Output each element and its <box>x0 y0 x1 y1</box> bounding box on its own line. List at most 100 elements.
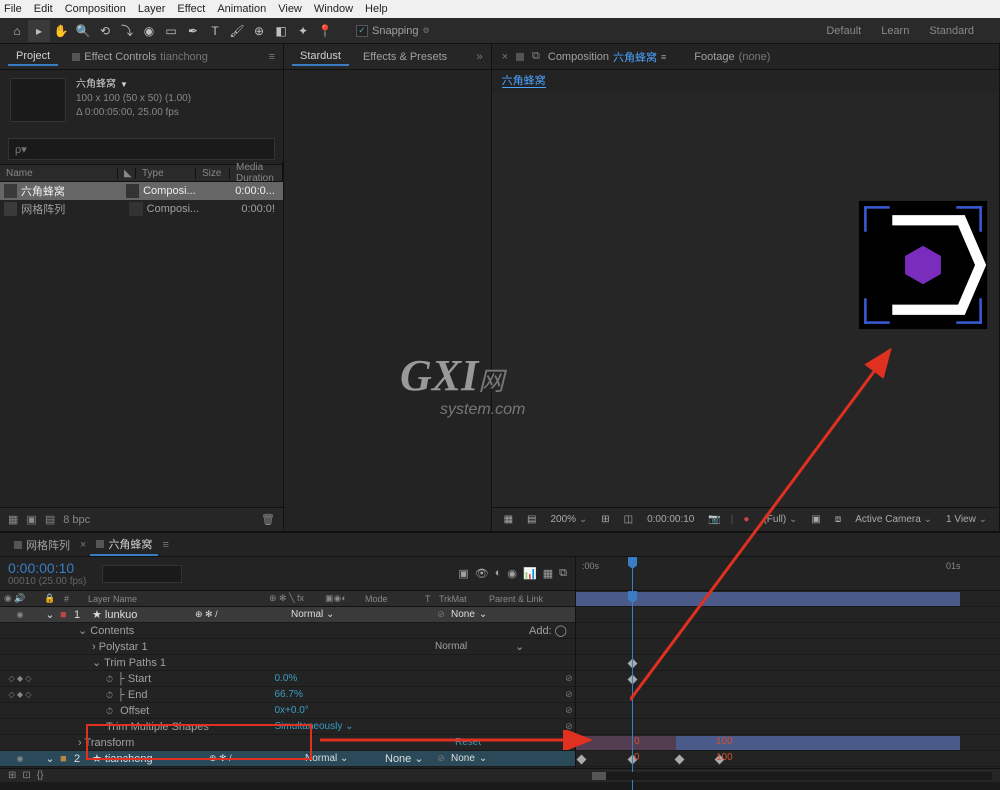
layer-property-row[interactable]: ⌄ Contents Add: ◯ <box>0 623 575 639</box>
workspace-standard[interactable]: Standard <box>929 25 974 37</box>
selection-tool-icon[interactable]: ▸ <box>28 20 50 42</box>
anchor-tool-icon[interactable]: ◉ <box>138 20 160 42</box>
checkbox-icon[interactable]: ✓ <box>356 25 368 37</box>
tab-effect-controls[interactable]: Effect Controls tianchong <box>64 49 216 65</box>
layer-row[interactable]: ◉⌄ ■ 2 ★ tianchong ⊕ ✻ / Normal ⌄ None ⌄… <box>0 751 575 767</box>
timecode-display[interactable]: 0:00:00:10 00010 (25.00 fps) <box>0 558 94 589</box>
menu-file[interactable]: File <box>4 3 22 15</box>
tab-composition[interactable]: Composition 六角蜂窝 ≡ <box>548 49 666 65</box>
menu-composition[interactable]: Composition <box>65 3 126 15</box>
tab-stardust[interactable]: Stardust <box>292 48 349 66</box>
pen-tool-icon[interactable]: ✒ <box>182 20 204 42</box>
channel-icon[interactable]: ● <box>739 514 753 525</box>
resolution-dropdown[interactable]: (Full) <box>759 514 801 525</box>
trash-icon[interactable]: 🗑 <box>261 513 275 526</box>
interpret-icon[interactable]: ▦ <box>8 513 18 526</box>
keyframe-icon[interactable] <box>577 755 587 765</box>
freeze-icon[interactable]: × <box>502 51 508 63</box>
menu-edit[interactable]: Edit <box>34 3 53 15</box>
shy-icon[interactable]: 👁 <box>475 567 489 580</box>
project-item-row[interactable]: 六角蜂窝 Composi... 0:00:0... <box>0 182 283 200</box>
stopwatch-icon[interactable]: ⏱ <box>106 674 113 684</box>
3d-view-icon[interactable]: ⧈ <box>831 514 845 525</box>
panel-menu-icon[interactable]: ≡ <box>661 52 666 62</box>
roi-icon[interactable]: ◫ <box>620 514 637 525</box>
toggle-modes-icon[interactable]: ⊡ <box>22 770 30 781</box>
menu-view[interactable]: View <box>278 3 302 15</box>
new-comp-icon[interactable]: ▤ <box>45 513 55 526</box>
stamp-tool-icon[interactable]: ⊕ <box>248 20 270 42</box>
layer-property-row[interactable]: Trim Multiple Shapes Simultaneously ⌄ ⊘ <box>0 719 575 735</box>
col-size[interactable]: Size <box>196 168 230 179</box>
menu-layer[interactable]: Layer <box>138 3 166 15</box>
eraser-tool-icon[interactable]: ◧ <box>270 20 292 42</box>
lock-icon[interactable]: 🔒 <box>40 593 60 604</box>
resolution-icon[interactable]: ⊞ <box>597 514 613 525</box>
col-tag-icon[interactable]: ◣ <box>118 168 136 179</box>
folder-icon[interactable]: ▣ <box>26 513 36 526</box>
col-type[interactable]: Type <box>136 168 196 179</box>
eye-icon[interactable]: ◉ <box>4 593 12 603</box>
chevron-down-icon[interactable]: ▼ <box>120 78 128 92</box>
menu-animation[interactable]: Animation <box>217 3 266 15</box>
close-tab-icon[interactable]: × <box>80 539 86 551</box>
views-dropdown[interactable]: 1 View <box>942 514 991 525</box>
frame-blend-icon[interactable]: ◐ <box>495 567 502 580</box>
render-icon[interactable]: ⧉ <box>559 567 567 580</box>
motion-blur-icon[interactable]: ◉ <box>507 567 517 580</box>
snapshot-icon[interactable]: 📷 <box>704 514 724 525</box>
brush-tool-icon[interactable]: 🖌 <box>226 20 248 42</box>
layer-property-row[interactable]: ◇ ◆ ◇ ⏱├ Scale ⧉ 28.6,28.6% ⊘ <box>0 767 575 768</box>
layer-row[interactable]: ◉⌄ ■ 1 ★ lunkuo ⊕ ✻ / Normal ⌄ ⊘None ⌄ <box>0 607 575 623</box>
toggle-brackets-icon[interactable]: {} <box>37 770 44 781</box>
timeline-search-input[interactable] <box>102 565 182 583</box>
snap-options-icon[interactable]: ⚙ <box>423 26 430 35</box>
timeline-tab[interactable]: 网格阵列 <box>8 535 76 555</box>
keyframe-icon[interactable] <box>675 755 685 765</box>
panel-menu-icon[interactable]: » <box>476 51 482 63</box>
zoom-tool-icon[interactable]: 🔍 <box>72 20 94 42</box>
menu-window[interactable]: Window <box>314 3 353 15</box>
alpha-icon[interactable]: ▦ <box>500 514 517 525</box>
panel-menu-icon[interactable]: ≡ <box>162 539 168 551</box>
graph-icon[interactable]: 📊 <box>523 567 537 580</box>
rect-tool-icon[interactable]: ▭ <box>160 20 182 42</box>
layer-property-row[interactable]: ⏱ Offset 0x+0.0° ⊘ <box>0 703 575 719</box>
comp-crumb-link[interactable]: 六角蜂窝 <box>502 75 546 88</box>
timeline-tracks[interactable]: 0100 0100 <box>576 591 1000 768</box>
view-layout-icon[interactable]: ▣ <box>807 514 824 525</box>
project-item-row[interactable]: 网格阵列 Composi... 0:00:0! <box>0 200 283 218</box>
toggle-switches-icon[interactable]: ⊞ <box>8 770 16 781</box>
layer-property-row[interactable]: › Polystar 1 Normal⌄ <box>0 639 575 655</box>
col-name[interactable]: Name <box>0 168 118 179</box>
time-display[interactable]: 0:00:00:10 <box>643 514 698 525</box>
panel-menu-icon[interactable]: ≡ <box>269 51 275 63</box>
tab-effects-presets[interactable]: Effects & Presets <box>355 49 455 65</box>
grid-icon[interactable]: ▤ <box>523 514 540 525</box>
draft3d-icon[interactable]: ▦ <box>543 567 553 580</box>
workspace-learn[interactable]: Learn <box>881 25 909 37</box>
audio-icon[interactable]: 🔊 <box>14 593 25 603</box>
comp-mini-icon[interactable]: ▣ <box>458 567 468 580</box>
menu-effect[interactable]: Effect <box>177 3 205 15</box>
workspace-default[interactable]: Default <box>826 25 861 37</box>
puppet-tool-icon[interactable]: 📍 <box>314 20 336 42</box>
zoom-slider[interactable] <box>592 772 992 780</box>
tab-project[interactable]: Project <box>8 48 58 66</box>
col-duration[interactable]: Media Duration <box>230 162 283 184</box>
tab-footage[interactable]: Footage (none) <box>694 51 770 63</box>
home-icon[interactable]: ⌂ <box>6 20 28 42</box>
zoom-dropdown[interactable]: 200% <box>546 514 591 525</box>
orbit-tool-icon[interactable]: ⟲ <box>94 20 116 42</box>
stopwatch-icon[interactable]: ⏱ <box>106 690 113 700</box>
hand-tool-icon[interactable]: ✋ <box>50 20 72 42</box>
stopwatch-icon[interactable]: ⏱ <box>106 706 113 716</box>
roto-tool-icon[interactable]: ✦ <box>292 20 314 42</box>
time-ruler[interactable]: :00s 01s 02s <box>576 557 1000 591</box>
project-search-input[interactable]: ρ▾ <box>8 138 275 160</box>
timeline-tab[interactable]: 六角蜂窝 <box>90 534 158 556</box>
rotate-tool-icon[interactable]: ⤵ <box>116 20 138 42</box>
layer-property-row[interactable]: ⌄ Trim Paths 1 <box>0 655 575 671</box>
layer-property-row[interactable]: ◇ ◆ ◇ ⏱├ End 66.7% ⊘ <box>0 687 575 703</box>
flowchart-icon[interactable]: ⧉ <box>532 50 540 63</box>
